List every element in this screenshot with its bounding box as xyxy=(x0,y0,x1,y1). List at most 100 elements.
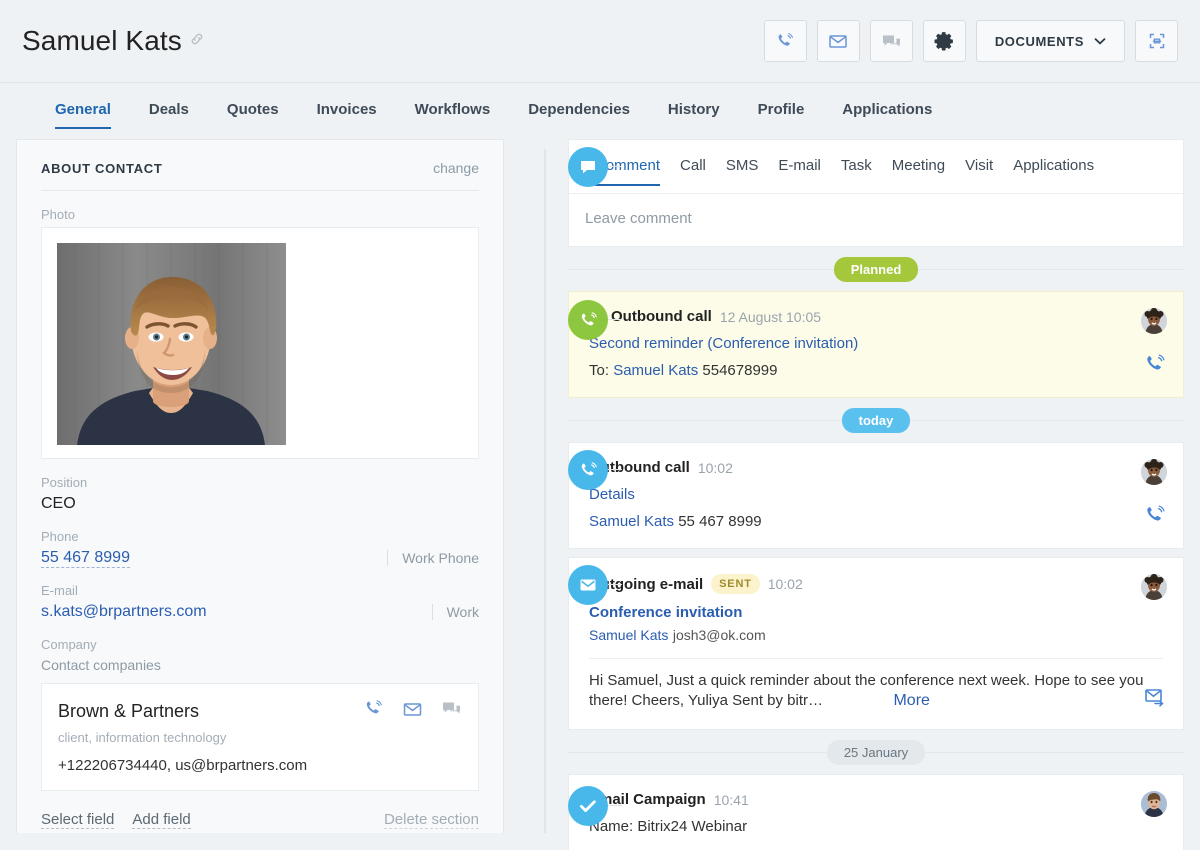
composer-tab-task[interactable]: Task xyxy=(831,140,882,194)
tab-deals[interactable]: Deals xyxy=(130,83,208,139)
contact-detail-page: Samuel Kats xyxy=(0,0,1200,850)
card-subject: Second reminder (Conference invitation) xyxy=(589,335,1163,352)
tab-quotes[interactable]: Quotes xyxy=(208,83,298,139)
card-head: Email Campaign 10:41 xyxy=(589,791,1163,808)
feed-item-campaign: Email Campaign 10:41 Name: Bitrix24 Webi… xyxy=(568,774,1184,850)
details-link[interactable]: Details xyxy=(589,486,635,503)
company-contacts: +122206734440, us@brpartners.com xyxy=(58,757,462,774)
to-number: 554678999 xyxy=(702,362,777,379)
message-separator: Hi Samuel, Just a quick reminder about t… xyxy=(589,658,1163,711)
call-button[interactable] xyxy=(764,20,807,62)
call-action-icon[interactable] xyxy=(1143,352,1167,381)
email-value[interactable]: s.kats@brpartners.com xyxy=(41,603,207,620)
envelope-icon[interactable] xyxy=(402,700,423,723)
tab-profile[interactable]: Profile xyxy=(739,83,824,139)
email-type: Work xyxy=(432,604,479,620)
card-head: Outbound call 12 August 10:05 xyxy=(589,308,1163,325)
composer-tab-sms[interactable]: SMS xyxy=(716,140,769,194)
card-recipient: To: Samuel Kats 554678999 xyxy=(589,362,1163,379)
email-card: Outgoing e-mail SENT 10:02 Conference in… xyxy=(568,557,1184,730)
divider-today: today xyxy=(568,398,1184,442)
recipient-name[interactable]: Samuel Kats xyxy=(589,627,668,643)
comment-icon[interactable] xyxy=(441,699,462,723)
contact-number: 55 467 8999 xyxy=(678,513,761,530)
company-actions xyxy=(363,698,462,724)
documents-button[interactable]: DOCUMENTS xyxy=(976,20,1125,62)
tab-applications[interactable]: Applications xyxy=(823,83,951,139)
contact-name[interactable]: Samuel Kats xyxy=(589,513,674,530)
documents-label: DOCUMENTS xyxy=(995,34,1084,49)
photo-box xyxy=(41,227,479,459)
about-contact-panel: ABOUT CONTACT change Photo xyxy=(16,139,504,833)
composer-tab-call[interactable]: Call xyxy=(670,140,716,194)
header-actions: DOCUMENTS xyxy=(764,20,1178,62)
card-head: Outgoing e-mail SENT 10:02 xyxy=(589,574,1163,594)
composer-tabs: Comment Call SMS E-mail Task Meeting Vis… xyxy=(569,140,1183,194)
phone-value[interactable]: 55 467 8999 xyxy=(41,549,130,568)
company-sublabel: Contact companies xyxy=(41,657,479,673)
email-row: s.kats@brpartners.com Work xyxy=(41,603,479,621)
activity-feed: Comment Call SMS E-mail Task Meeting Vis… xyxy=(524,139,1184,833)
avatar xyxy=(1141,791,1167,817)
avatar xyxy=(1141,459,1167,485)
tab-invoices[interactable]: Invoices xyxy=(298,83,396,139)
tab-workflows[interactable]: Workflows xyxy=(396,83,510,139)
position-value: CEO xyxy=(41,495,479,513)
link-icon[interactable] xyxy=(189,31,205,47)
settings-button[interactable] xyxy=(923,20,966,62)
phone-type: Work Phone xyxy=(387,550,479,566)
tab-history[interactable]: History xyxy=(649,83,739,139)
subject-link[interactable]: Second reminder (Conference invitation) xyxy=(589,335,858,352)
company-top: Brown & Partners xyxy=(58,698,462,724)
company-tags: client, information technology xyxy=(58,730,462,745)
section-title: ABOUT CONTACT xyxy=(41,161,163,176)
more-link[interactable]: More xyxy=(893,692,929,709)
company-label: Company xyxy=(41,637,479,652)
delete-section-link[interactable]: Delete section xyxy=(384,811,479,829)
contact-row: Samuel Kats 55 467 8999 xyxy=(589,513,1163,530)
card-time: 10:02 xyxy=(768,576,803,592)
status-badge: SENT xyxy=(711,574,760,594)
page-title: Samuel Kats xyxy=(22,25,182,57)
tab-general[interactable]: General xyxy=(36,83,130,139)
subject-row: Conference invitation xyxy=(589,604,1163,621)
tab-dependencies[interactable]: Dependencies xyxy=(509,83,649,139)
page-header: Samuel Kats xyxy=(0,0,1200,83)
comment-input[interactable]: Leave comment xyxy=(569,194,1183,246)
composer-tab-applications[interactable]: Applications xyxy=(1003,140,1104,194)
contact-photo[interactable] xyxy=(57,243,286,445)
comment-node-icon xyxy=(568,147,608,187)
phone-icon[interactable] xyxy=(363,698,384,724)
composer-tab-email[interactable]: E-mail xyxy=(768,140,831,194)
card-head: Outbound call 10:02 xyxy=(589,459,1163,476)
expand-button[interactable] xyxy=(1135,20,1178,62)
comment-composer-item: Comment Call SMS E-mail Task Meeting Vis… xyxy=(568,139,1184,247)
add-field-link[interactable]: Add field xyxy=(132,811,190,829)
change-link[interactable]: change xyxy=(433,160,479,176)
call-action-icon[interactable] xyxy=(1143,503,1167,532)
campaign-card: Email Campaign 10:41 Name: Bitrix24 Webi… xyxy=(568,774,1184,850)
company-name[interactable]: Brown & Partners xyxy=(58,701,363,722)
select-field-link[interactable]: Select field xyxy=(41,811,114,829)
email-button[interactable] xyxy=(817,20,860,62)
timeline-line xyxy=(544,149,546,833)
january-badge: 25 January xyxy=(827,740,925,765)
reply-email-icon[interactable] xyxy=(1143,686,1167,713)
composer-tab-visit[interactable]: Visit xyxy=(955,140,1003,194)
chevron-down-icon xyxy=(1094,32,1106,50)
position-label: Position xyxy=(41,475,479,490)
card-time: 10:41 xyxy=(714,792,749,808)
composer-tab-meeting[interactable]: Meeting xyxy=(882,140,955,194)
email-label: E-mail xyxy=(41,583,479,598)
divider-planned: Planned xyxy=(568,247,1184,291)
email-subject[interactable]: Conference invitation xyxy=(589,604,742,621)
chat-button[interactable] xyxy=(870,20,913,62)
to-name[interactable]: Samuel Kats xyxy=(613,362,698,379)
call-node-icon xyxy=(568,450,608,490)
phone-label: Phone xyxy=(41,529,479,544)
planned-badge: Planned xyxy=(834,257,919,282)
call-card: Outbound call 10:02 Details Samuel Kats … xyxy=(568,442,1184,549)
title-area: Samuel Kats xyxy=(22,25,764,57)
to-prefix: To: xyxy=(589,362,613,379)
card-time: 12 August 10:05 xyxy=(720,309,821,325)
